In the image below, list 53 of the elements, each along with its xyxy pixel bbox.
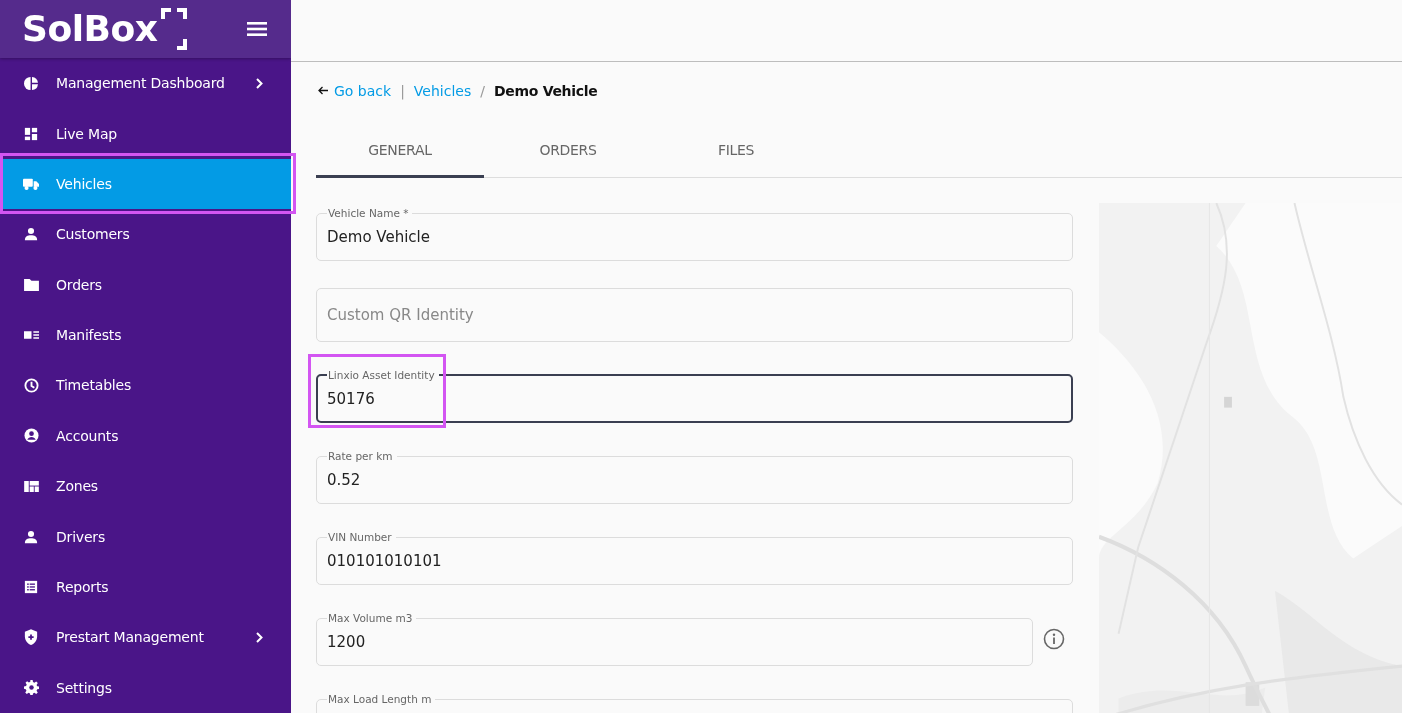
input-field[interactable]: 010101010101	[327, 549, 1062, 573]
field-label: Linxio Asset Identity	[328, 369, 435, 381]
text-field[interactable]: Vehicle Name * Demo Vehicle	[316, 207, 1073, 261]
text-field[interactable]: Max Volume m3 1200	[316, 612, 1033, 666]
sidebar-item[interactable]: Manifests	[0, 309, 291, 361]
truck-icon	[23, 176, 39, 191]
input-field[interactable]: 50176	[327, 387, 1062, 411]
pie-icon	[23, 75, 39, 91]
sidebar-item[interactable]: Settings	[0, 662, 291, 713]
sidebar-item[interactable]: Management Dashboard	[0, 57, 291, 109]
input-field[interactable]: Demo Vehicle	[327, 225, 1062, 249]
input-field[interactable]: 1200	[327, 630, 1022, 654]
shield-icon	[23, 629, 39, 646]
field-label: VIN Number	[328, 531, 392, 543]
menu-button[interactable]	[247, 20, 267, 37]
field-label: Max Load Length m	[328, 693, 432, 705]
page-title: Demo Vehicle	[493, 82, 598, 99]
sidebar-item[interactable]: Customers	[0, 209, 291, 260]
text-field[interactable]: Rate per km 0.52	[316, 450, 1073, 504]
clock-icon	[23, 377, 39, 393]
input-field[interactable]: 0.52	[327, 468, 1062, 492]
sidebar-item[interactable]: Accounts	[0, 410, 291, 462]
bracket-icon	[161, 7, 188, 50]
tab[interactable]: GENERAL	[316, 125, 484, 178]
info-icon[interactable]	[1043, 628, 1065, 650]
logo-text: SolBox	[22, 8, 158, 50]
sidebar-item[interactable]: Reports	[0, 561, 291, 613]
text-field[interactable]: Linxio Asset Identity 50176	[316, 369, 1073, 423]
person-icon	[23, 227, 39, 242]
sidebar-item[interactable]: Drivers	[0, 511, 291, 562]
separator: /	[480, 82, 485, 99]
gear-icon	[23, 680, 39, 696]
text-field[interactable]: VIN Number 010101010101	[316, 531, 1073, 585]
card-list-icon	[23, 330, 39, 341]
tab[interactable]: ORDERS	[484, 125, 652, 178]
sidebar-item[interactable]: Timetables	[0, 360, 291, 411]
dashboard-icon	[23, 126, 39, 141]
folder-icon	[23, 278, 39, 292]
sidebar-item[interactable]: Zones	[0, 461, 291, 512]
tab[interactable]: FILES	[652, 125, 820, 178]
sidebar-item[interactable]: Live Map	[0, 108, 291, 159]
grid-icon	[23, 480, 39, 492]
text-field[interactable]: Max Load Length m	[316, 693, 1073, 713]
list-icon	[23, 580, 39, 594]
separator: |	[400, 82, 405, 99]
field-label: Rate per km	[328, 450, 393, 462]
account-icon	[23, 428, 39, 444]
field-label: Vehicle Name *	[328, 207, 409, 219]
sidebar-item[interactable]: Orders	[0, 259, 291, 310]
person-icon	[23, 529, 39, 544]
field-label: Max Volume m3	[328, 612, 413, 624]
back-arrow-icon	[318, 86, 328, 95]
sidebar-item[interactable]: Prestart Management	[0, 612, 291, 663]
